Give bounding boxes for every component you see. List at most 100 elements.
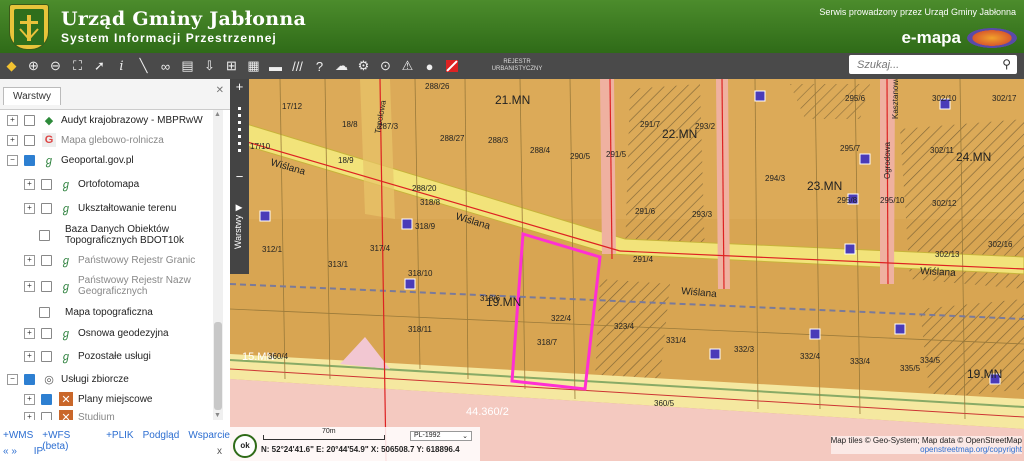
help-icon[interactable]: ? bbox=[309, 55, 330, 77]
layer-row[interactable]: + ✕ Studium bbox=[0, 407, 212, 420]
layer-row[interactable]: + G Mapa glebowo-rolnicza bbox=[0, 130, 212, 150]
expand-icon[interactable]: + bbox=[7, 114, 18, 126]
street-label: Wiślana bbox=[920, 266, 957, 279]
zone-label: 44.360/2 bbox=[466, 406, 509, 418]
layer-checkbox[interactable] bbox=[41, 350, 52, 362]
download-icon[interactable]: ⇩ bbox=[199, 55, 220, 77]
info-icon[interactable]: i bbox=[111, 55, 132, 77]
ip-link[interactable]: IP bbox=[34, 446, 43, 457]
search-map-icon[interactable]: ⊙ bbox=[375, 55, 396, 77]
footer-close[interactable]: x bbox=[217, 446, 222, 457]
scrollbar-thumb[interactable] bbox=[214, 322, 222, 410]
geosystem-logo[interactable] bbox=[967, 28, 1017, 48]
crest-icon bbox=[14, 9, 44, 45]
scroll-up-icon[interactable]: ▲ bbox=[214, 111, 221, 118]
hatch-icon[interactable]: /// bbox=[287, 55, 308, 77]
layer-row[interactable]: + ℊ Pozostałe usługi bbox=[0, 346, 212, 366]
collapse-panel-icon[interactable]: ✕ bbox=[216, 85, 224, 96]
layer-row[interactable]: − ◎ Usługi zbiorcze bbox=[0, 369, 212, 389]
zone-label: 19.MN bbox=[967, 367, 1002, 381]
layer-row[interactable]: + ℊ Osnowa geodezyjna bbox=[0, 323, 212, 343]
expand-icon[interactable]: + bbox=[24, 327, 35, 339]
layer-row[interactable]: Mapa topograficzna bbox=[0, 302, 212, 322]
layer-checkbox[interactable] bbox=[41, 327, 52, 339]
settings-icon[interactable]: ⚙ bbox=[353, 55, 374, 77]
no-entry-icon[interactable] bbox=[441, 55, 462, 77]
layer-checkbox[interactable] bbox=[41, 178, 52, 190]
map-canvas[interactable]: 17/12 18/8 287/3 288/26 288/27 288/3 288… bbox=[230, 79, 1024, 461]
collapse-icon[interactable]: − bbox=[7, 373, 18, 385]
map-svg[interactable]: 17/12 18/8 287/3 288/26 288/27 288/3 288… bbox=[230, 79, 1024, 461]
scroll-down-icon[interactable]: ▼ bbox=[214, 412, 221, 419]
layers-icon[interactable]: ◆ bbox=[1, 55, 22, 77]
expand-icon[interactable]: + bbox=[24, 280, 35, 292]
link-icon[interactable]: ∞ bbox=[155, 55, 176, 77]
parcel-label: 313/1 bbox=[328, 260, 349, 269]
cloud-icon[interactable]: ☁ bbox=[331, 55, 352, 77]
search-input[interactable] bbox=[849, 57, 999, 72]
layer-label: Baza Danych Obiektów Topograficznych BDO… bbox=[65, 224, 184, 246]
expand-icon[interactable]: + bbox=[24, 350, 35, 362]
layer-scrollbar[interactable]: ▲ ▼ bbox=[213, 110, 223, 420]
ok-button[interactable]: ok bbox=[233, 434, 257, 458]
layer-row[interactable]: + ◆ Audyt krajobrazowy - MBPRwW bbox=[0, 110, 212, 130]
map-zoom-out-icon[interactable]: − bbox=[230, 169, 249, 184]
expand-icon[interactable]: + bbox=[24, 202, 35, 214]
print-icon[interactable]: ▤ bbox=[177, 55, 198, 77]
layer-checkbox[interactable] bbox=[41, 280, 52, 292]
warning-icon[interactable]: ⚠ bbox=[397, 55, 418, 77]
zoom-extent-icon[interactable]: ⛶ bbox=[67, 55, 88, 77]
layer-row[interactable]: − ℊ Geoportal.gov.pl bbox=[0, 150, 212, 170]
parcel-label: 290/5 bbox=[570, 152, 591, 161]
zoom-out-icon[interactable]: ⊖ bbox=[45, 55, 66, 77]
layer-checkbox[interactable] bbox=[41, 411, 52, 420]
crs-select[interactable]: PL-1992 ⌄ bbox=[410, 431, 472, 441]
tab-warstwy[interactable]: Warstwy bbox=[3, 87, 61, 105]
zoom-in-icon[interactable]: ⊕ bbox=[23, 55, 44, 77]
layer-label: Audyt krajobrazowy - MBPRwW bbox=[61, 114, 203, 126]
layer-checkbox[interactable] bbox=[41, 393, 52, 405]
search-icon[interactable]: ⚲ bbox=[1002, 57, 1011, 71]
measure-icon[interactable]: ╲ bbox=[133, 55, 154, 77]
layer-row[interactable]: + ℊ Ukształtowanie terenu bbox=[0, 198, 212, 218]
zone-label: 22.MN bbox=[662, 127, 697, 141]
layer-row[interactable]: + ✕ Plany miejscowe bbox=[0, 389, 212, 409]
map-zoom-in-icon[interactable]: + bbox=[230, 79, 249, 94]
emapa-brand[interactable]: e-mapa bbox=[901, 28, 961, 48]
rejestr-urbanistyczny-button[interactable]: REJESTR URBANISTYCZNY bbox=[482, 59, 552, 73]
expand-icon[interactable]: + bbox=[24, 393, 35, 405]
layer-checkbox[interactable] bbox=[24, 114, 35, 126]
layer-checkbox[interactable] bbox=[24, 154, 35, 166]
attribution-link[interactable]: openstreetmap.org/copyright bbox=[831, 445, 1022, 454]
layer-checkbox[interactable] bbox=[41, 202, 52, 214]
pointer-icon[interactable]: ➚ bbox=[89, 55, 110, 77]
layer-row[interactable]: + ℊ Państwowy Rejestr Nazw Geograficznyc… bbox=[0, 272, 212, 300]
layer-row[interactable]: + ℊ Ortofotomapa bbox=[0, 174, 212, 194]
layer-checkbox[interactable] bbox=[39, 229, 50, 241]
grid-icon[interactable]: ⊞ bbox=[221, 55, 242, 77]
search-box: ⚲ bbox=[849, 55, 1017, 74]
comment-icon[interactable]: ▬ bbox=[265, 55, 286, 77]
app-subtitle: System Informacji Przestrzennej bbox=[61, 31, 277, 45]
parcel-label: 291/6 bbox=[635, 207, 656, 216]
marker-icon[interactable]: ● bbox=[419, 55, 440, 77]
parcel-label: 291/5 bbox=[606, 150, 627, 159]
layer-checkbox[interactable] bbox=[24, 373, 35, 385]
expand-icon[interactable]: + bbox=[7, 134, 18, 146]
side-tab-warstwy[interactable]: Warstwy ◀ bbox=[233, 186, 247, 266]
scale-label: 70m bbox=[322, 428, 336, 435]
layer-row[interactable]: + ℊ Państwowy Rejestr Granic bbox=[0, 250, 212, 270]
crs-value: PL-1992 bbox=[414, 432, 441, 439]
layer-checkbox[interactable] bbox=[39, 306, 50, 318]
collapse-icon[interactable]: − bbox=[7, 154, 18, 166]
expand-icon[interactable]: + bbox=[24, 178, 35, 190]
zoom-slider[interactable] bbox=[238, 103, 241, 156]
nav-arrows[interactable]: « » bbox=[3, 446, 17, 457]
expand-icon[interactable]: + bbox=[24, 411, 35, 420]
layer-checkbox[interactable] bbox=[41, 254, 52, 266]
layout-icon[interactable]: ▦ bbox=[243, 55, 264, 77]
expand-icon[interactable]: + bbox=[24, 254, 35, 266]
scale-box: ok 70m PL-1992 ⌄ N: 52°24'41.6" E: 20°44… bbox=[230, 427, 480, 461]
layer-checkbox[interactable] bbox=[24, 134, 35, 146]
layer-row[interactable]: Baza Danych Obiektów Topograficznych BDO… bbox=[0, 222, 212, 248]
